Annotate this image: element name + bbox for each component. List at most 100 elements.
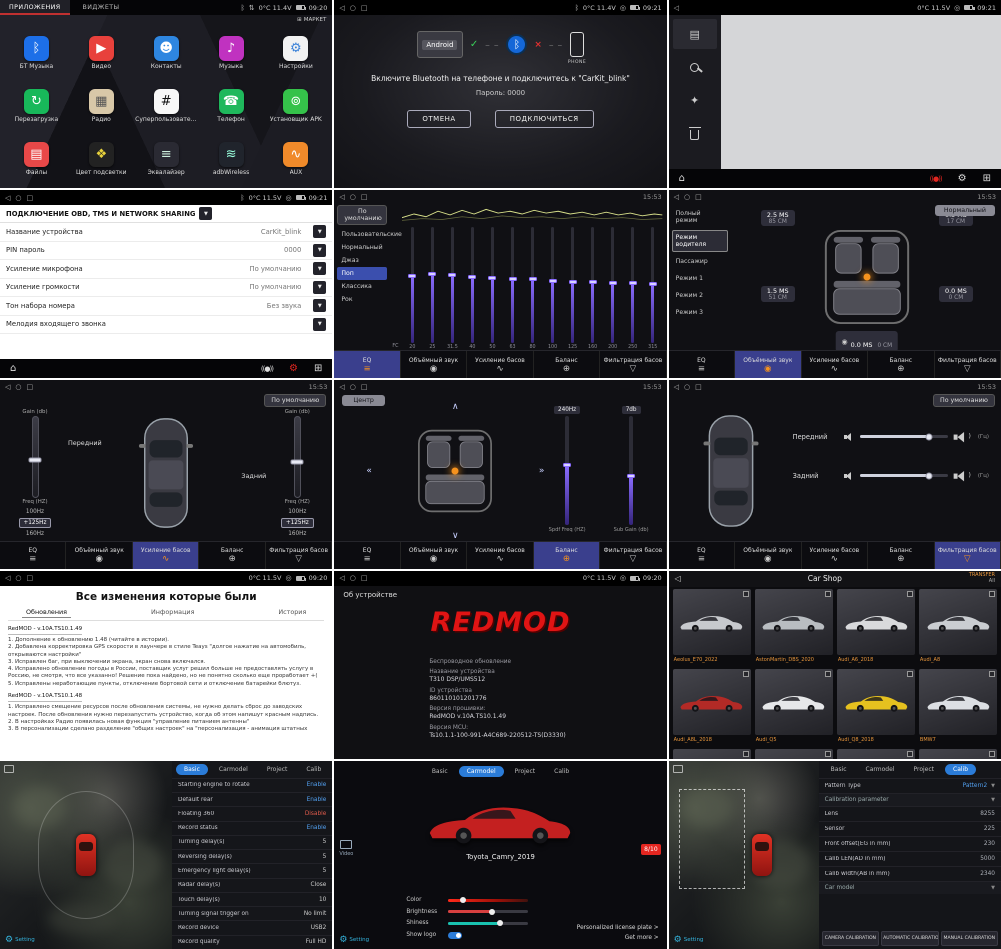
nav-recents-icon[interactable]: □ — [361, 4, 368, 12]
app-item[interactable]: ▶ Видео — [69, 26, 134, 79]
slider-knob[interactable] — [489, 909, 495, 915]
filter-slider[interactable] — [860, 474, 949, 477]
eq-band-knob[interactable] — [408, 274, 416, 278]
nav-back-icon[interactable]: ◁ — [674, 193, 679, 201]
eq-band[interactable]: 315 — [643, 227, 663, 350]
camera-setting-row[interactable]: Reversing delay(s) 5 — [172, 849, 332, 863]
slider-knob[interactable] — [563, 463, 571, 467]
checkbox-icon[interactable] — [825, 751, 831, 757]
eq-preset-item[interactable]: Пользовательские — [337, 228, 387, 241]
dropdown-caret-icon[interactable]: ▼ — [313, 262, 326, 275]
car-model-card[interactable]: Audi_A6_2018 — [837, 589, 915, 665]
center-button[interactable]: Центр — [342, 395, 385, 406]
bass-freq-option[interactable]: 160Hz — [21, 529, 49, 539]
dropdown-caret-icon[interactable]: ▼ — [313, 225, 326, 238]
dropdown-caret-icon[interactable]: ▼ — [313, 244, 326, 257]
nav-recents-icon[interactable]: □ — [361, 574, 368, 582]
nav-back-icon[interactable]: ◁ — [339, 4, 344, 12]
nav-back-icon[interactable]: ◁ — [5, 383, 10, 391]
app-item[interactable]: ▤ Файлы — [4, 133, 69, 186]
checkbox-icon[interactable] — [989, 591, 995, 597]
eq-band-knob[interactable] — [488, 276, 496, 280]
car-model-card[interactable]: Aeolus_E70_2022 — [673, 589, 751, 665]
settings-row[interactable]: Усиление громкости По умолчанию ▼ — [0, 279, 332, 298]
calibration-setting-row[interactable]: Sensor 225 — [819, 821, 1001, 836]
eq-band-knob[interactable] — [448, 273, 456, 277]
listening-mode-item[interactable]: Режим 1 — [672, 271, 728, 286]
screen-grid-icon[interactable]: ⊞ — [983, 173, 991, 184]
listening-mode-item[interactable]: Пассажир — [672, 254, 728, 269]
audio-tab[interactable]: Фильтрация басов ▽ — [600, 351, 666, 378]
broadcast-icon[interactable]: ((●)) — [261, 365, 273, 373]
license-plate-link[interactable]: Personalized license plate > — [577, 925, 659, 931]
slider-knob[interactable] — [627, 474, 635, 478]
automatic-calibration-button[interactable]: AUTOMATIC CALIBRATION — [881, 931, 938, 946]
home-icon[interactable]: ⌂ — [679, 173, 685, 184]
audio-tab[interactable]: Фильтрация басов ▽ — [600, 542, 666, 569]
eq-band[interactable]: 100 — [543, 227, 563, 350]
checkbox-icon[interactable] — [825, 671, 831, 677]
back-icon[interactable]: ◁ — [675, 574, 681, 583]
arrow-down-icon[interactable]: ∨ — [452, 531, 459, 541]
delay-rear-left[interactable]: 1.5 MS51 CM — [761, 286, 795, 302]
eq-band-knob[interactable] — [428, 272, 436, 276]
color-slider[interactable] — [448, 899, 528, 902]
changelog-tab[interactable]: Информация — [147, 607, 198, 618]
nav-back-icon[interactable]: ◁ — [5, 574, 10, 582]
eq-band[interactable]: 40 — [462, 227, 482, 350]
eq-preset-item[interactable]: Нормальный — [337, 241, 387, 254]
nav-home-icon[interactable]: ○ — [350, 193, 356, 201]
audio-tab[interactable]: Баланс ⊕ — [199, 542, 265, 569]
nav-back-icon[interactable]: ◁ — [5, 194, 10, 202]
settings-row[interactable]: Усиление микрофона По умолчанию ▼ — [0, 260, 332, 279]
arrow-right-icon[interactable]: » — [539, 466, 545, 476]
camera-setting-row[interactable]: Default rear Enable — [172, 792, 332, 806]
eq-band[interactable]: 160 — [583, 227, 603, 350]
camera-settings-tab[interactable]: Carmodel — [858, 764, 903, 775]
dropdown-caret-icon[interactable]: ▼ — [199, 207, 212, 220]
audio-tab[interactable]: EQ ≡ — [334, 542, 400, 569]
gain-knob[interactable] — [29, 458, 42, 463]
slider-knob[interactable] — [460, 897, 466, 903]
obd-header-row[interactable]: ПОДКЛЮЧЕНИЕ OBD, TMS И NETWORK SHARING ▼ — [0, 205, 332, 223]
audio-tab[interactable]: Фильтрация басов ▽ — [935, 351, 1001, 378]
app-item[interactable]: ᛒ БТ Музыка — [4, 26, 69, 79]
delay-subwoofer[interactable]: ◉ 0.0 MS 0 CM — [836, 331, 899, 352]
edit-list-icon[interactable]: ▤ — [673, 19, 717, 49]
car-model-card[interactable] — [673, 749, 751, 759]
checkbox-icon[interactable] — [743, 751, 749, 757]
nav-home-icon[interactable]: ○ — [684, 193, 690, 201]
car-model-card[interactable] — [755, 749, 833, 759]
checkbox-icon[interactable] — [825, 591, 831, 597]
camera-settings-tab[interactable]: Project — [259, 764, 296, 775]
audio-tab[interactable]: EQ ≡ — [0, 542, 66, 569]
manual-calibration-button[interactable]: MANUAL CALIBRATION — [941, 931, 998, 946]
audio-tab[interactable]: EQ ≡ — [669, 351, 735, 378]
eq-band-knob[interactable] — [468, 275, 476, 279]
checkbox-icon[interactable] — [907, 591, 913, 597]
audio-tab[interactable]: EQ ≡ — [669, 542, 735, 569]
nav-home-icon[interactable]: ○ — [15, 574, 21, 582]
audio-tab[interactable]: Объёмный звук ◉ — [66, 542, 132, 569]
brightness-slider[interactable] — [448, 910, 528, 913]
app-item[interactable]: ❖ Цвет подсветки — [69, 133, 134, 186]
nav-home-icon[interactable]: ○ — [350, 383, 356, 391]
nav-home-icon[interactable]: ○ — [15, 194, 21, 202]
spdif-freq-slider[interactable]: 240Hz Spdf Freq (HZ) — [549, 406, 586, 532]
checkbox-icon[interactable] — [907, 751, 913, 757]
car-model-preview[interactable] — [422, 793, 578, 847]
checkbox-icon[interactable] — [989, 751, 995, 757]
eq-band[interactable]: 20 — [402, 227, 422, 350]
transfer-button[interactable]: TRANSFER — [969, 573, 995, 578]
camera-settings-tab[interactable]: Project — [905, 764, 942, 775]
car-model-card[interactable] — [837, 749, 915, 759]
arrow-up-icon[interactable]: ∧ — [452, 402, 459, 412]
eq-band-knob[interactable] — [609, 281, 617, 285]
dropdown-caret-icon[interactable]: ▼ — [987, 783, 995, 789]
dropdown-caret-icon[interactable]: ▼ — [313, 281, 326, 294]
eq-band-knob[interactable] — [589, 280, 597, 284]
listening-mode-item[interactable]: Полный режим — [672, 206, 728, 228]
changelog-tab[interactable]: Обновления — [22, 607, 71, 618]
app-item[interactable]: ∿ AUX — [263, 133, 328, 186]
nav-recents-icon[interactable]: □ — [27, 574, 34, 582]
